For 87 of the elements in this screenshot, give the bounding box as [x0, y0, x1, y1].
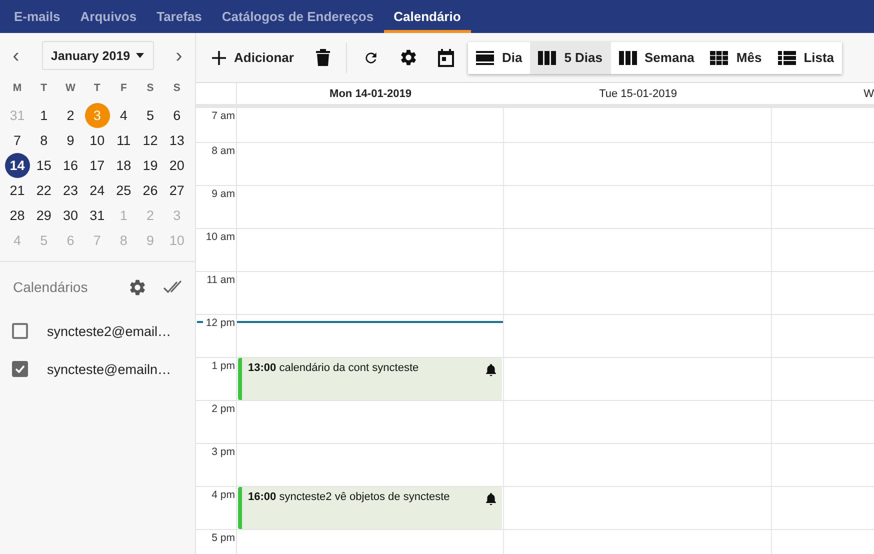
calendar-day[interactable]: 18 [111, 153, 136, 178]
calendar-day[interactable]: 17 [84, 153, 110, 178]
checkbox[interactable] [12, 323, 28, 339]
event-title: 16:00 syncteste2 vê objetos de syncteste [248, 491, 450, 505]
weekday-label: T [92, 81, 102, 96]
hour-label: 8 am [212, 145, 235, 157]
next-month-button[interactable]: › [171, 46, 187, 66]
hour-label: 9 am [212, 188, 235, 200]
calendar-day[interactable]: 21 [4, 178, 30, 203]
hour-label: 3 pm [212, 446, 235, 458]
checkbox[interactable] [12, 361, 28, 377]
hour-label: 5 pm [212, 532, 235, 544]
view-tab[interactable]: Semana [610, 42, 702, 74]
calendar-day[interactable]: 5 [138, 103, 163, 128]
calendars-heading: Calendários [13, 279, 89, 295]
calendar-day[interactable]: 11 [111, 128, 136, 153]
calendar-day[interactable]: 23 [58, 178, 83, 203]
calendar-day[interactable]: 22 [31, 178, 56, 203]
calendar-day[interactable]: 15 [31, 153, 56, 178]
calendar-day[interactable]: 25 [111, 178, 136, 203]
view-tab[interactable]: 5 Dias [530, 42, 611, 74]
refresh-icon [362, 50, 379, 66]
list-icon [778, 50, 796, 64]
calendar-day[interactable]: 13 [164, 128, 190, 153]
previous-month-button[interactable]: ‹ [8, 46, 24, 66]
day-view-icon [476, 50, 494, 64]
hour-label: 7 am [212, 110, 235, 122]
hour-label: 12 pm [206, 317, 235, 329]
columns-icon [538, 50, 556, 64]
add-button[interactable]: Adicionar [206, 40, 300, 74]
calendar-day[interactable]: 6 [164, 103, 190, 128]
calendar-name: syncteste@emailn… [47, 362, 171, 376]
calendar-day[interactable]: 2 [58, 103, 83, 128]
calendar-day[interactable]: 20 [164, 153, 190, 178]
settings-icon[interactable] [128, 278, 147, 296]
nav-tab[interactable]: Arquivos [70, 0, 147, 33]
grid-icon [710, 50, 728, 64]
calendar-name: syncteste2@email… [47, 324, 171, 338]
weekday-label: W [64, 81, 76, 96]
calendar-day[interactable]: 19 [138, 153, 163, 178]
columns-icon [618, 50, 637, 64]
calendar-day[interactable]: 29 [31, 203, 56, 228]
weekday-label: S [172, 81, 182, 96]
calendar-day[interactable]: 4 [111, 103, 136, 128]
calendar-event[interactable]: 16:00 syncteste2 vê objetos de syncteste [238, 487, 502, 529]
calendar-day[interactable]: 16 [58, 153, 83, 178]
weekday-label: S [146, 81, 155, 96]
plus-icon [212, 50, 226, 64]
nav-tab[interactable]: Tarefas [146, 0, 212, 33]
day-header: W [864, 88, 874, 100]
day-header: Tue 15-01-2019 [598, 86, 678, 102]
calendar-day[interactable]: 26 [138, 178, 163, 203]
calendar-day[interactable]: 28 [4, 203, 30, 228]
weekday-label: T [40, 81, 48, 96]
calendar-day[interactable]: 8 [31, 128, 56, 153]
calendar-day[interactable]: 1 [31, 103, 56, 128]
nav-tab[interactable]: Catálogos de Endereços [212, 0, 384, 33]
calendar-icon [438, 48, 454, 66]
trash-icon [316, 49, 330, 66]
hour-label: 4 pm [212, 489, 235, 501]
hour-label: 11 am [206, 274, 235, 286]
hour-label: 2 pm [212, 403, 235, 415]
calendar-day[interactable]: 24 [84, 178, 110, 203]
weekday-label: M [12, 81, 23, 96]
view-tab[interactable]: Dia [468, 42, 530, 74]
hour-label: 1 pm [212, 360, 235, 372]
calendar-day[interactable]: 9 [58, 128, 83, 153]
calendar-day[interactable]: 27 [164, 178, 190, 203]
calendar-day[interactable]: 14 [4, 153, 30, 178]
calendar-day[interactable]: 12 [138, 128, 163, 153]
caret-icon [136, 53, 144, 58]
month-dropdown[interactable]: January 2019 [42, 41, 154, 70]
double-check-icon[interactable] [163, 280, 183, 294]
calendar-day[interactable]: 7 [4, 128, 30, 153]
weekday-label: F [119, 81, 128, 96]
view-tab[interactable]: Mês [702, 42, 770, 74]
view-tab[interactable]: Lista [770, 42, 842, 74]
nav-tab[interactable]: E-mails [4, 0, 70, 33]
hour-label: 10 am [206, 231, 235, 243]
calendar-day[interactable]: 31 [84, 203, 110, 228]
check-icon [15, 365, 25, 373]
calendar-day[interactable]: 30 [58, 203, 83, 228]
calendar-event[interactable]: 13:00 calendário da cont syncteste [238, 358, 502, 400]
event-title: 13:00 calendário da cont syncteste [248, 362, 419, 376]
settings-icon [398, 48, 418, 67]
day-header: Mon 14-01-2019 [328, 86, 412, 102]
calendar-day[interactable]: 10 [84, 128, 110, 153]
